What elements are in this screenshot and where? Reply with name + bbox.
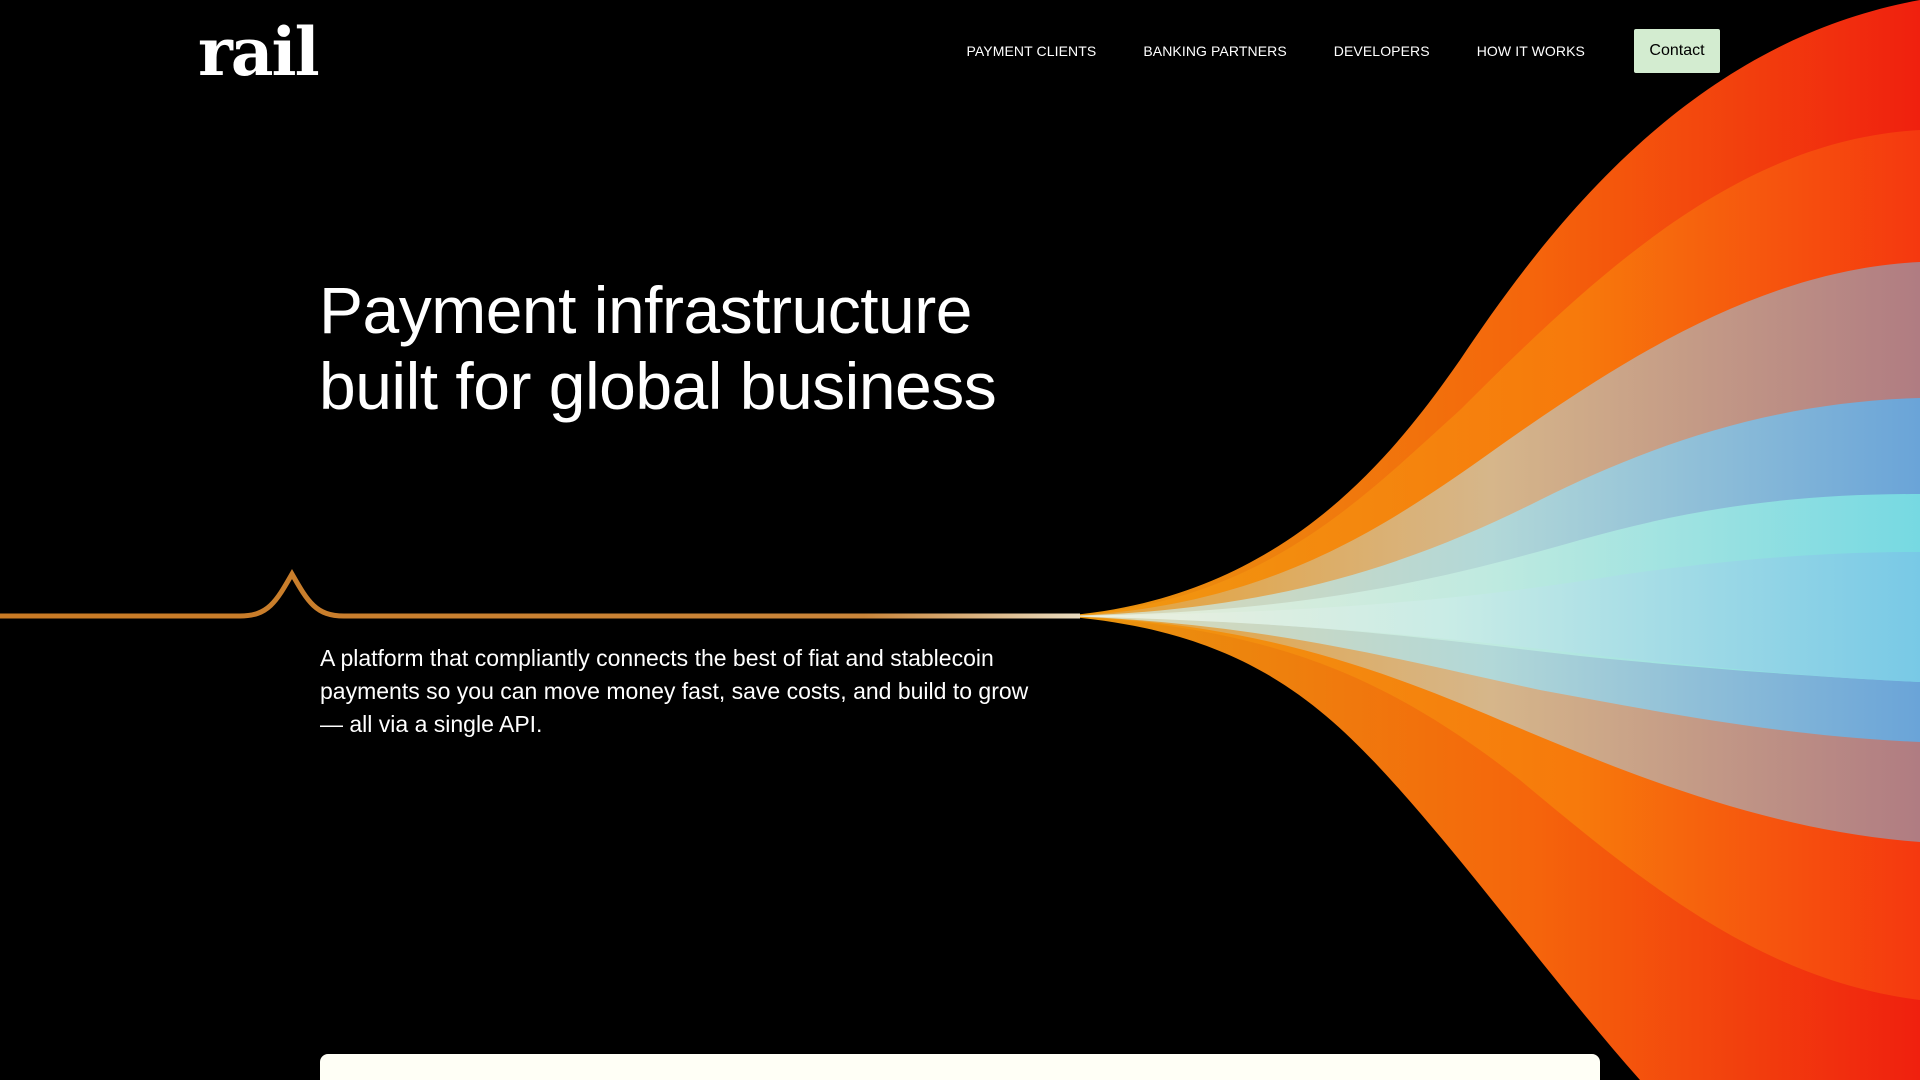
- hero-title-line-2: built for global business: [319, 349, 997, 423]
- payment-flow-illustration: [0, 0, 1920, 1080]
- nav-link-how-it-works[interactable]: HOW IT WORKS: [1477, 43, 1585, 59]
- hero-subtitle: A platform that compliantly connects the…: [320, 645, 1029, 737]
- nav-links: PAYMENT CLIENTS BANKING PARTNERS DEVELOP…: [966, 29, 1720, 73]
- hero-title: Payment infrastructure built for global …: [319, 272, 1079, 424]
- contact-button[interactable]: Contact: [1634, 29, 1720, 73]
- top-navigation: rail PAYMENT CLIENTS BANKING PARTNERS DE…: [0, 0, 1920, 102]
- rail-logo[interactable]: rail: [198, 12, 320, 92]
- nav-link-banking-partners[interactable]: BANKING PARTNERS: [1143, 43, 1286, 59]
- page: rail PAYMENT CLIENTS BANKING PARTNERS DE…: [0, 0, 1920, 1080]
- content-panel: [320, 1054, 1600, 1080]
- nav-link-developers[interactable]: DEVELOPERS: [1334, 43, 1430, 59]
- nav-link-payment-clients[interactable]: PAYMENT CLIENTS: [966, 43, 1096, 59]
- hero-title-line-1: Payment infrastructure: [319, 273, 972, 347]
- rail-line: [0, 568, 1080, 619]
